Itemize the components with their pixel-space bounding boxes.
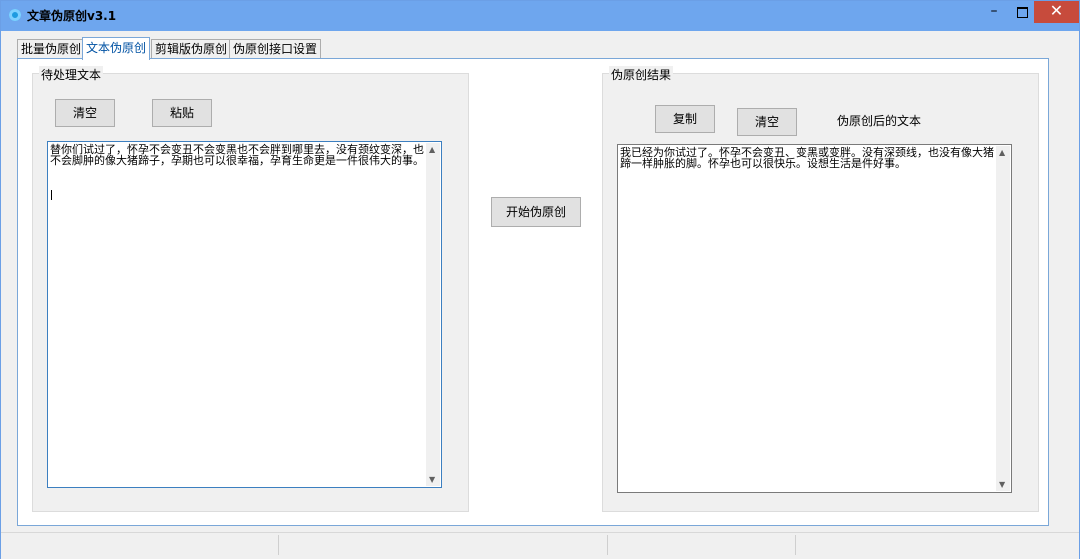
output-textarea[interactable]: 我已经为你试过了。怀孕不会变丑、变黑或变胖。没有深颈线，也没有像大猪蹄一样肿胀的… bbox=[617, 144, 1012, 493]
status-divider bbox=[607, 535, 608, 555]
input-text: 替你们试过了，怀孕不会变丑不会变黑也不会胖到哪里去，没有颈纹变深，也不会脚肿的像… bbox=[50, 143, 424, 167]
scroll-up-icon[interactable]: ▲ bbox=[429, 145, 435, 154]
maximize-button[interactable] bbox=[1007, 1, 1037, 23]
tab-batch[interactable]: 批量伪原创 bbox=[17, 39, 86, 59]
status-divider bbox=[278, 535, 279, 555]
scroll-up-icon[interactable]: ▲ bbox=[999, 148, 1005, 157]
scroll-down-icon[interactable]: ▼ bbox=[999, 480, 1005, 489]
minimize-button[interactable]: – bbox=[979, 1, 1009, 23]
tab-api-settings[interactable]: 伪原创接口设置 bbox=[229, 39, 322, 59]
maximize-icon bbox=[1016, 7, 1028, 18]
input-textarea[interactable]: 替你们试过了，怀孕不会变丑不会变黑也不会胖到哪里去，没有颈纹变深，也不会脚肿的像… bbox=[47, 141, 442, 488]
window-title: 文章伪原创v3.1 bbox=[27, 9, 117, 23]
app-icon bbox=[9, 9, 21, 21]
scroll-down-icon[interactable]: ▼ bbox=[429, 475, 435, 484]
title-bar: 文章伪原创v3.1 – ✕ bbox=[1, 1, 1079, 31]
close-button[interactable]: ✕ bbox=[1034, 1, 1079, 23]
paste-button[interactable]: 粘贴 bbox=[152, 99, 212, 127]
app-window: 文章伪原创v3.1 – ✕ 批量伪原创 文本伪原创 剪辑版伪原创 伪原创接口设置… bbox=[0, 0, 1080, 559]
output-clear-button[interactable]: 清空 bbox=[737, 108, 797, 136]
output-group-title: 伪原创结果 bbox=[609, 66, 674, 83]
status-bar bbox=[1, 532, 1079, 559]
start-rewrite-button[interactable]: 开始伪原创 bbox=[491, 197, 581, 227]
output-text: 我已经为你试过了。怀孕不会变丑、变黑或变胖。没有深颈线，也没有像大猪蹄一样肿胀的… bbox=[620, 146, 994, 170]
output-caption: 伪原创后的文本 bbox=[837, 114, 922, 128]
input-group: 待处理文本 清空 粘贴 替你们试过了，怀孕不会变丑不会变黑也不会胖到哪里去，没有… bbox=[32, 66, 469, 512]
text-caret bbox=[51, 190, 52, 200]
tab-text[interactable]: 文本伪原创 bbox=[82, 37, 151, 60]
output-scrollbar[interactable]: ▲ ▼ bbox=[996, 146, 1010, 491]
status-divider bbox=[795, 535, 796, 555]
input-scrollbar[interactable]: ▲ ▼ bbox=[426, 143, 440, 486]
window-content: 批量伪原创 文本伪原创 剪辑版伪原创 伪原创接口设置 待处理文本 清空 粘贴 替… bbox=[9, 31, 1071, 552]
copy-button[interactable]: 复制 bbox=[655, 105, 715, 133]
input-group-title: 待处理文本 bbox=[39, 66, 104, 83]
input-clear-button[interactable]: 清空 bbox=[55, 99, 115, 127]
tab-clip[interactable]: 剪辑版伪原创 bbox=[151, 39, 232, 59]
output-group: 伪原创结果 复制 清空 伪原创后的文本 我已经为你试过了。怀孕不会变丑、变黑或变… bbox=[602, 66, 1039, 512]
tab-panel: 待处理文本 清空 粘贴 替你们试过了，怀孕不会变丑不会变黑也不会胖到哪里去，没有… bbox=[17, 58, 1049, 526]
